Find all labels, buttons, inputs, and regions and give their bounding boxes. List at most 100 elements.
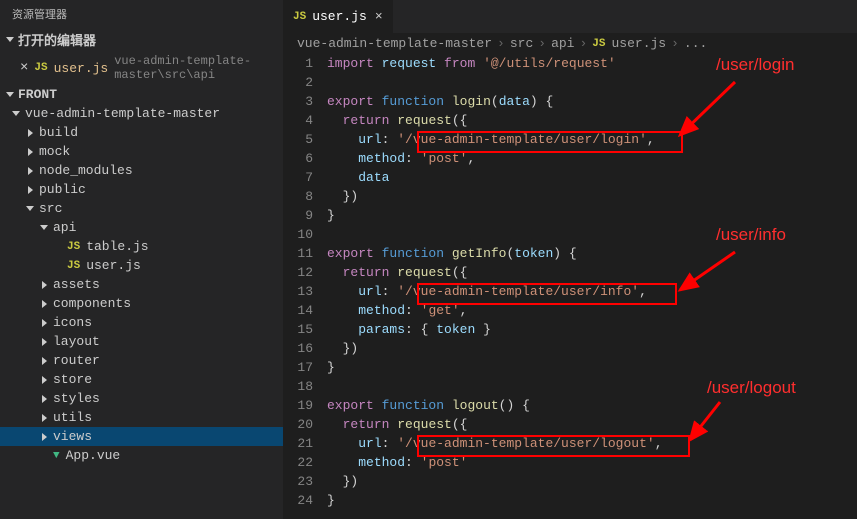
- tree-item-label: App.vue: [66, 448, 121, 463]
- breadcrumb-sep: ›: [579, 36, 587, 51]
- tree-item-node_modules[interactable]: node_modules: [0, 161, 283, 180]
- tree-item-label: icons: [53, 315, 92, 330]
- line-gutter: 123456789101112131415161718192021222324: [283, 54, 327, 519]
- tree-item-layout[interactable]: layout: [0, 332, 283, 351]
- open-editor-item[interactable]: × JS user.js vue-admin-template-master\s…: [0, 51, 283, 85]
- js-icon: JS: [67, 241, 80, 253]
- tree-item-store[interactable]: store: [0, 370, 283, 389]
- code-line[interactable]: url: '/vue-admin-template/user/logout',: [327, 434, 857, 453]
- open-editors-header[interactable]: 打开的编辑器: [0, 28, 283, 51]
- breadcrumb-segment[interactable]: api: [551, 36, 574, 51]
- tree-item-router[interactable]: router: [0, 351, 283, 370]
- code-line[interactable]: url: '/vue-admin-template/user/login',: [327, 130, 857, 149]
- tree-item-mock[interactable]: mock: [0, 142, 283, 161]
- code-line[interactable]: url: '/vue-admin-template/user/info',: [327, 282, 857, 301]
- code-line[interactable]: }: [327, 491, 857, 510]
- code-line[interactable]: method: 'post',: [327, 149, 857, 168]
- tree-item-label: router: [53, 353, 100, 368]
- code-line[interactable]: return request({: [327, 111, 857, 130]
- tree-item-icons[interactable]: icons: [0, 313, 283, 332]
- line-number: 16: [283, 339, 313, 358]
- line-number: 24: [283, 491, 313, 510]
- tree-item-vue-admin-template-master[interactable]: vue-admin-template-master: [0, 104, 283, 123]
- breadcrumb-segment[interactable]: vue-admin-template-master: [297, 36, 492, 51]
- tree-item-label: node_modules: [39, 163, 133, 178]
- tree-item-label: build: [39, 125, 78, 140]
- line-number: 3: [283, 92, 313, 111]
- tree-item-views[interactable]: views: [0, 427, 283, 446]
- code-line[interactable]: [327, 73, 857, 92]
- code-line[interactable]: }): [327, 187, 857, 206]
- code-line[interactable]: method: 'get',: [327, 301, 857, 320]
- line-number: 7: [283, 168, 313, 187]
- line-number: 2: [283, 73, 313, 92]
- breadcrumb-segment[interactable]: src: [510, 36, 533, 51]
- code-line[interactable]: export function logout() {: [327, 396, 857, 415]
- tab-user-js[interactable]: JS user.js ×: [283, 0, 394, 33]
- tree-item-label: components: [53, 296, 131, 311]
- tree-item-label: store: [53, 372, 92, 387]
- tree-item-api[interactable]: api: [0, 218, 283, 237]
- chevron-right-icon: [38, 279, 50, 291]
- code-editor[interactable]: 123456789101112131415161718192021222324 …: [283, 54, 857, 519]
- code-line[interactable]: }: [327, 358, 857, 377]
- tree-item-label: api: [53, 220, 76, 235]
- line-number: 4: [283, 111, 313, 130]
- tab-bar: JS user.js ×: [283, 0, 857, 33]
- code-line[interactable]: [327, 377, 857, 396]
- breadcrumb[interactable]: vue-admin-template-master›src›api›JSuser…: [283, 33, 857, 54]
- js-icon: JS: [67, 260, 80, 272]
- code-line[interactable]: method: 'post': [327, 453, 857, 472]
- tree-item-public[interactable]: public: [0, 180, 283, 199]
- tree-item-table-js[interactable]: JS table.js: [0, 237, 283, 256]
- line-number: 14: [283, 301, 313, 320]
- tree-item-components[interactable]: components: [0, 294, 283, 313]
- tree-item-assets[interactable]: assets: [0, 275, 283, 294]
- tree-item-user-js[interactable]: JSuser.js: [0, 256, 283, 275]
- code-lines[interactable]: import request from '@/utils/request' ex…: [327, 54, 857, 519]
- tree-item-styles[interactable]: styles: [0, 389, 283, 408]
- breadcrumb-segment[interactable]: ...: [684, 36, 707, 51]
- open-editor-path: vue-admin-template-master\src\api: [114, 54, 263, 82]
- chevron-right-icon: [38, 317, 50, 329]
- line-number: 19: [283, 396, 313, 415]
- tree-item-label: table.js: [86, 239, 148, 254]
- chevron-right-icon: [24, 127, 36, 139]
- chevron-right-icon: [38, 393, 50, 405]
- code-line[interactable]: }): [327, 472, 857, 491]
- tree-item-label: vue-admin-template-master: [25, 106, 220, 121]
- code-line[interactable]: export function getInfo(token) {: [327, 244, 857, 263]
- chevron-down-icon: [10, 108, 22, 120]
- line-number: 17: [283, 358, 313, 377]
- code-line[interactable]: }): [327, 339, 857, 358]
- chevron-right-icon: [24, 146, 36, 158]
- breadcrumb-sep: ›: [538, 36, 546, 51]
- tree-item-label: utils: [53, 410, 92, 425]
- code-line[interactable]: return request({: [327, 415, 857, 434]
- code-line[interactable]: export function login(data) {: [327, 92, 857, 111]
- tree-item-src[interactable]: src: [0, 199, 283, 218]
- workspace-header[interactable]: FRONT: [0, 85, 283, 104]
- tree-item-utils[interactable]: utils: [0, 408, 283, 427]
- line-number: 13: [283, 282, 313, 301]
- code-line[interactable]: }: [327, 206, 857, 225]
- line-number: 9: [283, 206, 313, 225]
- code-line[interactable]: [327, 225, 857, 244]
- line-number: 15: [283, 320, 313, 339]
- code-line[interactable]: data: [327, 168, 857, 187]
- explorer-title: 资源管理器: [0, 0, 283, 28]
- tree-item-App-vue[interactable]: ▼App.vue: [0, 446, 283, 465]
- tree-item-label: layout: [53, 334, 100, 349]
- tree-item-label: views: [53, 429, 92, 444]
- code-line[interactable]: import request from '@/utils/request': [327, 54, 857, 73]
- file-icon-spacer: [52, 241, 64, 253]
- line-number: 1: [283, 54, 313, 73]
- close-icon[interactable]: ×: [20, 60, 28, 76]
- tab-name: user.js: [312, 9, 367, 24]
- file-tree: vue-admin-template-master build mock node_m…: [0, 104, 283, 519]
- close-icon[interactable]: ×: [375, 9, 383, 24]
- code-line[interactable]: params: { token }: [327, 320, 857, 339]
- breadcrumb-segment[interactable]: user.js: [612, 36, 667, 51]
- code-line[interactable]: return request({: [327, 263, 857, 282]
- tree-item-build[interactable]: build: [0, 123, 283, 142]
